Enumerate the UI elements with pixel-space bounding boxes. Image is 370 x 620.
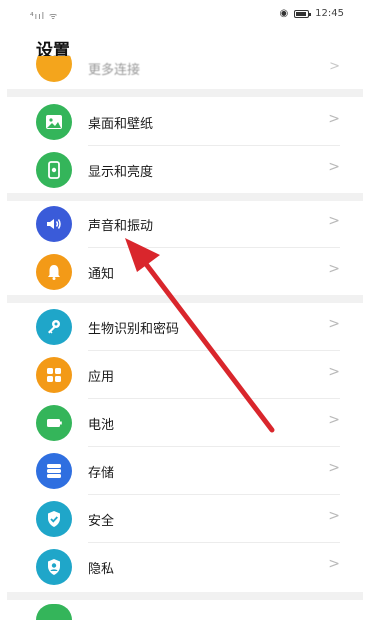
settings-item-security[interactable]: 安全 > bbox=[0, 495, 370, 543]
battery-status-icon bbox=[294, 9, 312, 18]
settings-item-sound-vibration[interactable]: 声音和振动 > bbox=[0, 200, 370, 248]
chevron-right-icon: > bbox=[328, 460, 340, 476]
settings-item-label: 通知 bbox=[88, 267, 115, 282]
link-icon bbox=[36, 56, 72, 82]
clock: 12:45 bbox=[315, 8, 344, 19]
settings-item-battery[interactable]: 电池 > bbox=[0, 399, 370, 447]
settings-item-label: 存储 bbox=[88, 466, 115, 481]
settings-item-storage[interactable]: 存储 > bbox=[0, 447, 370, 495]
key-icon bbox=[36, 309, 72, 345]
signal-wifi-indicator: ⁴ııl ᯤ bbox=[30, 12, 59, 22]
settings-item-biometrics-password[interactable]: 生物识别和密码 > bbox=[0, 303, 370, 351]
chevron-right-icon: > bbox=[329, 59, 340, 74]
next-item-icon-partial bbox=[36, 604, 72, 620]
image-icon bbox=[36, 104, 72, 140]
chevron-right-icon: > bbox=[328, 213, 340, 229]
chevron-right-icon: > bbox=[328, 261, 340, 277]
chevron-right-icon: > bbox=[328, 316, 340, 332]
settings-item-apps[interactable]: 应用 > bbox=[0, 351, 370, 399]
settings-item-label: 应用 bbox=[88, 370, 115, 385]
speaker-icon bbox=[36, 206, 72, 242]
settings-item-label: 安全 bbox=[88, 514, 115, 529]
section-divider bbox=[7, 89, 363, 97]
storage-icon bbox=[36, 453, 72, 489]
settings-item-label: 声音和振动 bbox=[88, 219, 154, 234]
chevron-right-icon: > bbox=[328, 508, 340, 524]
phone-brightness-icon bbox=[36, 152, 72, 188]
settings-item-label: 生物识别和密码 bbox=[88, 322, 180, 337]
settings-item-label: 隐私 bbox=[88, 562, 115, 577]
settings-item-privacy[interactable]: 隐私 > bbox=[0, 543, 370, 591]
settings-item-label: 更多连接 bbox=[88, 63, 141, 78]
status-right-group: ◉ 12:45 bbox=[279, 8, 344, 19]
privacy-icon bbox=[36, 549, 72, 585]
apps-grid-icon bbox=[36, 357, 72, 393]
eye-comfort-icon: ◉ bbox=[279, 8, 289, 19]
status-bar: ⁴ııl ᯤ ◉ 12:45 bbox=[0, 0, 370, 28]
battery-icon bbox=[36, 405, 72, 441]
settings-item-more-connections[interactable]: 更多连接 > bbox=[0, 56, 370, 88]
settings-item-display-brightness[interactable]: 显示和亮度 > bbox=[0, 146, 370, 194]
section-divider bbox=[7, 295, 363, 303]
chevron-right-icon: > bbox=[328, 159, 340, 175]
settings-item-label: 桌面和壁纸 bbox=[88, 117, 154, 132]
chevron-right-icon: > bbox=[328, 111, 340, 127]
chevron-right-icon: > bbox=[328, 556, 340, 572]
bell-icon bbox=[36, 254, 72, 290]
settings-item-label: 电池 bbox=[88, 418, 115, 433]
settings-item-notifications[interactable]: 通知 > bbox=[0, 248, 370, 296]
section-divider bbox=[7, 592, 363, 600]
settings-item-label: 显示和亮度 bbox=[88, 165, 154, 180]
shield-check-icon bbox=[36, 501, 72, 537]
settings-item-desktop-wallpaper[interactable]: 桌面和壁纸 > bbox=[0, 98, 370, 146]
chevron-right-icon: > bbox=[328, 412, 340, 428]
chevron-right-icon: > bbox=[328, 364, 340, 380]
